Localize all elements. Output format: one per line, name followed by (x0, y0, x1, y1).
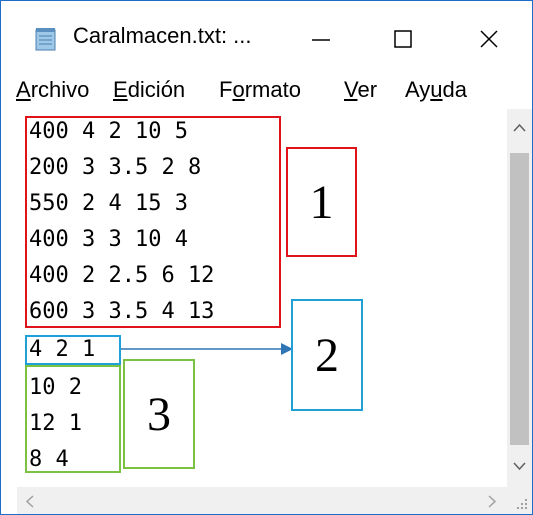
annotation-label-3: 3 (123, 359, 195, 469)
annotation-box-green (25, 365, 121, 473)
menu-formato-mnemonic: o (232, 77, 245, 102)
annotation-box-red (25, 116, 281, 328)
menu-formato[interactable]: Formato (219, 77, 301, 103)
maximize-icon (394, 30, 412, 48)
annotation-arrow-icon (121, 343, 293, 355)
minimize-icon (312, 39, 330, 41)
scroll-left-icon[interactable] (25, 495, 35, 508)
scroll-up-icon[interactable] (513, 123, 526, 133)
menu-archivo[interactable]: Archivo (16, 77, 89, 103)
menu-archivo-mnemonic: A (16, 77, 31, 102)
close-button[interactable] (459, 17, 519, 61)
menu-ver-mnemonic: V (344, 77, 358, 102)
menu-formato-rest: rmato (244, 77, 301, 102)
menu-ayuda-first: Ay (405, 77, 431, 102)
menu-edicion-rest: dición (127, 77, 186, 102)
vertical-scrollbar[interactable] (507, 109, 532, 487)
menu-ver-rest: er (357, 77, 378, 102)
menu-ayuda-mnemonic: u (430, 77, 443, 102)
minimize-button[interactable] (291, 17, 351, 61)
menu-ayuda-rest: da (442, 77, 468, 102)
grip-dots-icon (517, 499, 527, 509)
annotation-label-3-text: 3 (147, 387, 171, 441)
scroll-right-icon[interactable] (487, 495, 497, 508)
vertical-scroll-thumb[interactable] (510, 153, 529, 445)
window-title: Caralmacen.txt: ... (73, 23, 252, 48)
annotation-label-2-text: 2 (315, 328, 339, 382)
menu-ayuda[interactable]: Ayuda (405, 77, 467, 103)
resize-grip-icon[interactable] (507, 487, 532, 514)
horizontal-scrollbar[interactable] (17, 487, 507, 514)
annotation-label-1: 1 (286, 147, 357, 257)
menu-archivo-rest: rchivo (30, 77, 90, 102)
scroll-down-icon[interactable] (513, 461, 526, 471)
menu-edicion-mnemonic: E (113, 77, 128, 102)
annotation-label-1-text: 1 (309, 175, 334, 229)
notepad-icon (35, 28, 56, 51)
title-bar[interactable]: Caralmacen.txt: ... (1, 1, 532, 65)
menu-formato-first: F (219, 77, 233, 102)
menu-bar: Archivo Edición Formato Ver Ayuda (1, 65, 532, 110)
notepad-window: Caralmacen.txt: ... Archivo Edición Form… (0, 0, 533, 515)
maximize-button[interactable] (373, 17, 433, 61)
menu-ver[interactable]: Ver (344, 77, 377, 103)
close-icon (480, 30, 498, 48)
annotation-box-blue (25, 335, 121, 365)
menu-edicion[interactable]: Edición (113, 77, 185, 103)
annotation-label-2: 2 (291, 299, 363, 411)
editor-left-margin (1, 109, 17, 514)
